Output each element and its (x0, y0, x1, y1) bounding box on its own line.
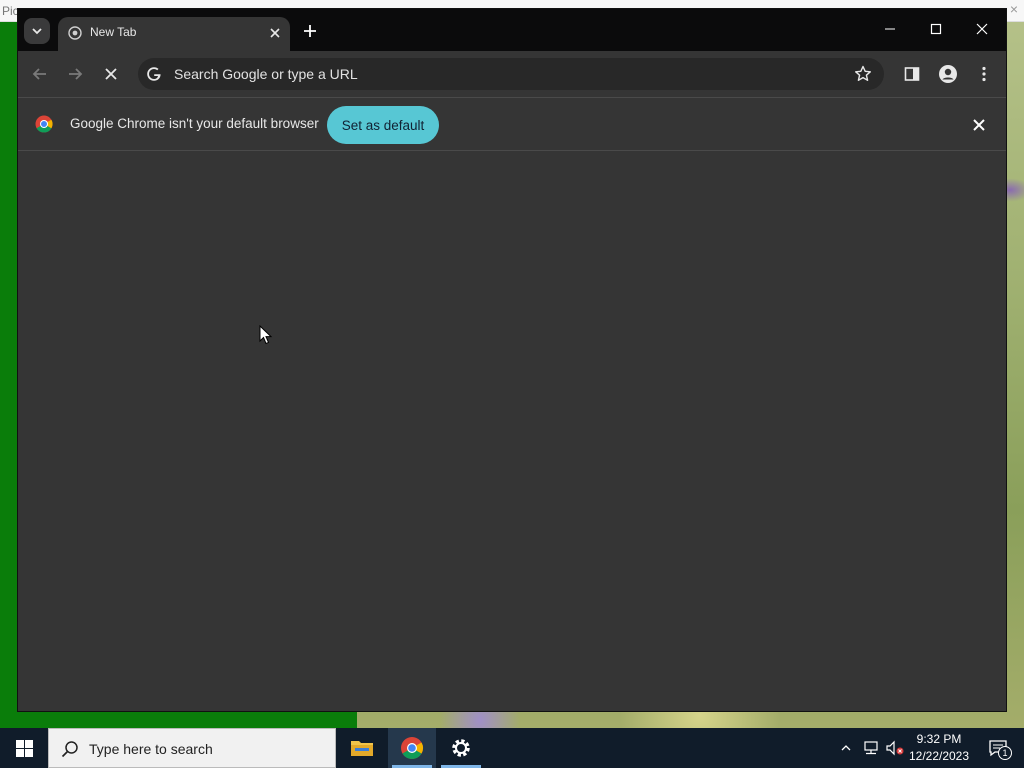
chrome-window: New Tab Search Google or type a URL Goog… (18, 9, 1006, 711)
side-panel-button[interactable] (902, 64, 922, 84)
infobar-message: Google Chrome isn't your default browser (70, 116, 319, 131)
minimize-button[interactable] (880, 19, 900, 39)
chevron-up-icon (841, 745, 851, 751)
chrome-favicon-icon (68, 26, 82, 40)
default-browser-infobar: Google Chrome isn't your default browser… (18, 97, 1006, 151)
chrome-menu-button[interactable] (974, 64, 994, 84)
omnibox[interactable]: Search Google or type a URL (138, 58, 884, 90)
profile-button[interactable] (938, 64, 958, 84)
chrome-logo-icon (35, 115, 53, 133)
tab-strip: New Tab (18, 9, 1006, 51)
window-close-button[interactable] (972, 19, 992, 39)
stop-loading-button[interactable] (100, 63, 122, 85)
taskbar-clock[interactable]: 9:32 PM 12/22/2023 (906, 731, 972, 765)
chevron-down-icon (32, 28, 42, 35)
background-window-close-icon[interactable]: × (1010, 1, 1018, 17)
settings-gear-icon (452, 739, 470, 757)
maximize-button[interactable] (926, 19, 946, 39)
action-center-button[interactable]: 1 (978, 728, 1018, 768)
tab-search-button[interactable] (24, 18, 50, 44)
infobar-close-icon[interactable] (970, 116, 988, 134)
tab-new-tab[interactable]: New Tab (58, 17, 290, 51)
plus-icon (304, 25, 316, 37)
taskbar-search-placeholder: Type here to search (89, 741, 213, 757)
mouse-cursor-icon (259, 325, 273, 345)
taskbar-chrome[interactable] (388, 728, 436, 768)
tab-title: New Tab (90, 25, 137, 39)
kebab-menu-icon (982, 66, 986, 82)
file-explorer-icon (351, 741, 373, 756)
clock-time: 9:32 PM (916, 732, 962, 746)
stop-icon (105, 68, 117, 80)
forward-arrow-icon (69, 68, 83, 80)
tab-close-icon[interactable] (268, 26, 282, 40)
browser-toolbar: Search Google or type a URL (18, 51, 1006, 97)
google-g-icon (147, 67, 161, 81)
background-window-title: Pic (2, 4, 19, 18)
omnibox-placeholder: Search Google or type a URL (174, 66, 358, 82)
volume-tray-button[interactable] (884, 728, 906, 768)
back-arrow-icon (32, 68, 46, 80)
new-tab-button[interactable] (300, 21, 320, 41)
clock-date: 12/22/2023 (908, 749, 970, 763)
taskbar-settings[interactable] (437, 728, 485, 768)
back-button[interactable] (29, 63, 51, 85)
start-button[interactable] (0, 728, 48, 768)
side-panel-icon (904, 67, 920, 81)
page-content-area[interactable] (18, 151, 1006, 711)
volume-muted-icon (886, 740, 904, 756)
network-icon (864, 741, 878, 755)
show-hidden-icons-button[interactable] (836, 728, 856, 768)
taskbar-search-box[interactable]: Type here to search (48, 728, 336, 768)
maximize-icon (930, 23, 942, 35)
close-icon (976, 23, 988, 35)
windows-taskbar: Type here to search 9:32 PM 12/22/2023 1 (0, 728, 1024, 768)
profile-icon (939, 65, 957, 83)
network-tray-button[interactable] (860, 728, 882, 768)
search-icon (61, 741, 78, 758)
minimize-icon (885, 28, 895, 30)
set-as-default-button[interactable]: Set as default (327, 106, 439, 144)
windows-logo-icon (15, 739, 33, 757)
notification-count-badge: 1 (998, 746, 1012, 760)
star-icon[interactable] (854, 65, 872, 83)
taskbar-file-explorer[interactable] (338, 728, 386, 768)
forward-button[interactable] (64, 63, 86, 85)
chrome-icon (401, 737, 423, 759)
